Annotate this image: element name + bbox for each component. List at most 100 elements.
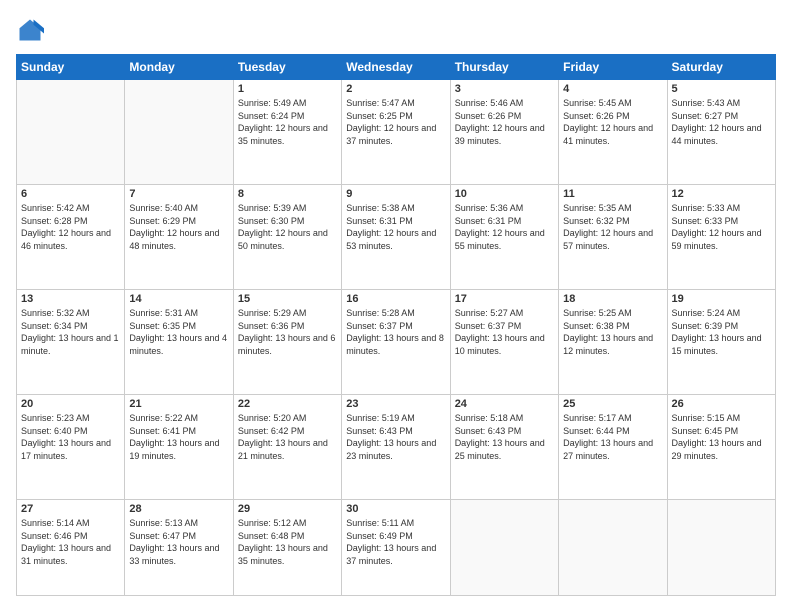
calendar-week-row: 27 Sunrise: 5:14 AMSunset: 6:46 PMDayligh…: [17, 499, 776, 595]
day-number: 24: [455, 398, 554, 410]
calendar-cell: 14 Sunrise: 5:31 AMSunset: 6:35 PMDayligh…: [125, 289, 233, 394]
calendar-cell: 3 Sunrise: 5:46 AMSunset: 6:26 PMDaylight…: [450, 80, 558, 185]
cell-info: Sunrise: 5:40 AMSunset: 6:29 PMDaylight:…: [129, 202, 228, 252]
cell-info: Sunrise: 5:15 AMSunset: 6:45 PMDaylight:…: [672, 412, 771, 462]
day-number: 30: [346, 503, 445, 515]
calendar-week-row: 1Sunrise: 5:49 AMSunset: 6:24 PMDaylight…: [17, 80, 776, 185]
weekday-header: Tuesday: [233, 55, 341, 80]
calendar-cell: 7 Sunrise: 5:40 AMSunset: 6:29 PMDaylight…: [125, 184, 233, 289]
day-number: 16: [346, 293, 445, 305]
calendar-cell: [17, 80, 125, 185]
calendar-cell: 30 Sunrise: 5:11 AMSunset: 6:49 PMDayligh…: [342, 499, 450, 595]
day-number: 13: [21, 293, 120, 305]
cell-info: Sunrise: 5:46 AMSunset: 6:26 PMDaylight:…: [455, 97, 554, 147]
cell-info: Sunrise: 5:14 AMSunset: 6:46 PMDaylight:…: [21, 517, 120, 567]
cell-info: Sunrise: 5:12 AMSunset: 6:48 PMDaylight:…: [238, 517, 337, 567]
cell-info: Sunrise: 5:45 AMSunset: 6:26 PMDaylight:…: [563, 97, 662, 147]
calendar-cell: 25 Sunrise: 5:17 AMSunset: 6:44 PMDayligh…: [559, 394, 667, 499]
weekday-header: Wednesday: [342, 55, 450, 80]
cell-info: Sunrise: 5:28 AMSunset: 6:37 PMDaylight:…: [346, 307, 445, 357]
cell-info: Sunrise: 5:22 AMSunset: 6:41 PMDaylight:…: [129, 412, 228, 462]
calendar-header-row: SundayMondayTuesdayWednesdayThursdayFrid…: [17, 55, 776, 80]
calendar-cell: 20Sunrise: 5:23 AMSunset: 6:40 PMDayligh…: [17, 394, 125, 499]
calendar-cell: [125, 80, 233, 185]
calendar-cell: 22 Sunrise: 5:20 AMSunset: 6:42 PMDayligh…: [233, 394, 341, 499]
cell-info: Sunrise: 5:39 AMSunset: 6:30 PMDaylight:…: [238, 202, 337, 252]
cell-info: Sunrise: 5:27 AMSunset: 6:37 PMDaylight:…: [455, 307, 554, 357]
calendar-cell: 27 Sunrise: 5:14 AMSunset: 6:46 PMDayligh…: [17, 499, 125, 595]
calendar-cell: 4Sunrise: 5:45 AMSunset: 6:26 PMDaylight…: [559, 80, 667, 185]
calendar-cell: [559, 499, 667, 595]
calendar-cell: 23 Sunrise: 5:19 AMSunset: 6:43 PMDayligh…: [342, 394, 450, 499]
weekday-header: Saturday: [667, 55, 775, 80]
calendar-cell: 2 Sunrise: 5:47 AMSunset: 6:25 PMDaylight…: [342, 80, 450, 185]
weekday-header: Friday: [559, 55, 667, 80]
day-number: 7: [129, 188, 228, 200]
calendar-cell: 8Sunrise: 5:39 AMSunset: 6:30 PMDaylight…: [233, 184, 341, 289]
calendar-cell: 6 Sunrise: 5:42 AMSunset: 6:28 PMDaylight…: [17, 184, 125, 289]
calendar-cell: 1Sunrise: 5:49 AMSunset: 6:24 PMDaylight…: [233, 80, 341, 185]
calendar-cell: 10Sunrise: 5:36 AMSunset: 6:31 PMDayligh…: [450, 184, 558, 289]
day-number: 3: [455, 83, 554, 95]
calendar-cell: 16 Sunrise: 5:28 AMSunset: 6:37 PMDayligh…: [342, 289, 450, 394]
cell-info: Sunrise: 5:20 AMSunset: 6:42 PMDaylight:…: [238, 412, 337, 462]
day-number: 5: [672, 83, 771, 95]
cell-info: Sunrise: 5:32 AMSunset: 6:34 PMDaylight:…: [21, 307, 120, 357]
calendar-cell: 18Sunrise: 5:25 AMSunset: 6:38 PMDayligh…: [559, 289, 667, 394]
calendar-cell: 19 Sunrise: 5:24 AMSunset: 6:39 PMDayligh…: [667, 289, 775, 394]
cell-info: Sunrise: 5:19 AMSunset: 6:43 PMDaylight:…: [346, 412, 445, 462]
calendar-cell: 17 Sunrise: 5:27 AMSunset: 6:37 PMDayligh…: [450, 289, 558, 394]
cell-info: Sunrise: 5:13 AMSunset: 6:47 PMDaylight:…: [129, 517, 228, 567]
cell-info: Sunrise: 5:17 AMSunset: 6:44 PMDaylight:…: [563, 412, 662, 462]
calendar-cell: 29 Sunrise: 5:12 AMSunset: 6:48 PMDayligh…: [233, 499, 341, 595]
cell-info: Sunrise: 5:25 AMSunset: 6:38 PMDaylight:…: [563, 307, 662, 357]
day-number: 22: [238, 398, 337, 410]
day-number: 28: [129, 503, 228, 515]
cell-info: Sunrise: 5:33 AMSunset: 6:33 PMDaylight:…: [672, 202, 771, 252]
calendar-week-row: 13 Sunrise: 5:32 AMSunset: 6:34 PMDayligh…: [17, 289, 776, 394]
day-number: 17: [455, 293, 554, 305]
calendar-cell: [450, 499, 558, 595]
day-number: 25: [563, 398, 662, 410]
day-number: 21: [129, 398, 228, 410]
day-number: 15: [238, 293, 337, 305]
calendar-cell: 9 Sunrise: 5:38 AMSunset: 6:31 PMDaylight…: [342, 184, 450, 289]
cell-info: Sunrise: 5:11 AMSunset: 6:49 PMDaylight:…: [346, 517, 445, 567]
weekday-header: Monday: [125, 55, 233, 80]
calendar-table: SundayMondayTuesdayWednesdayThursdayFrid…: [16, 54, 776, 596]
weekday-header: Sunday: [17, 55, 125, 80]
day-number: 27: [21, 503, 120, 515]
day-number: 6: [21, 188, 120, 200]
day-number: 2: [346, 83, 445, 95]
day-number: 9: [346, 188, 445, 200]
calendar-week-row: 20Sunrise: 5:23 AMSunset: 6:40 PMDayligh…: [17, 394, 776, 499]
calendar-cell: 26 Sunrise: 5:15 AMSunset: 6:45 PMDayligh…: [667, 394, 775, 499]
calendar-cell: 24Sunrise: 5:18 AMSunset: 6:43 PMDayligh…: [450, 394, 558, 499]
cell-info: Sunrise: 5:24 AMSunset: 6:39 PMDaylight:…: [672, 307, 771, 357]
calendar-page: SundayMondayTuesdayWednesdayThursdayFrid…: [0, 0, 792, 612]
calendar-cell: 12Sunrise: 5:33 AMSunset: 6:33 PMDayligh…: [667, 184, 775, 289]
calendar-cell: 11 Sunrise: 5:35 AMSunset: 6:32 PMDayligh…: [559, 184, 667, 289]
calendar-cell: 28 Sunrise: 5:13 AMSunset: 6:47 PMDayligh…: [125, 499, 233, 595]
cell-info: Sunrise: 5:31 AMSunset: 6:35 PMDaylight:…: [129, 307, 228, 357]
day-number: 26: [672, 398, 771, 410]
cell-info: Sunrise: 5:29 AMSunset: 6:36 PMDaylight:…: [238, 307, 337, 357]
cell-info: Sunrise: 5:35 AMSunset: 6:32 PMDaylight:…: [563, 202, 662, 252]
cell-info: Sunrise: 5:36 AMSunset: 6:31 PMDaylight:…: [455, 202, 554, 252]
cell-info: Sunrise: 5:47 AMSunset: 6:25 PMDaylight:…: [346, 97, 445, 147]
day-number: 11: [563, 188, 662, 200]
calendar-cell: [667, 499, 775, 595]
day-number: 29: [238, 503, 337, 515]
day-number: 23: [346, 398, 445, 410]
calendar-cell: 5Sunrise: 5:43 AMSunset: 6:27 PMDaylight…: [667, 80, 775, 185]
logo: [16, 16, 48, 44]
cell-info: Sunrise: 5:42 AMSunset: 6:28 PMDaylight:…: [21, 202, 120, 252]
weekday-header: Thursday: [450, 55, 558, 80]
cell-info: Sunrise: 5:38 AMSunset: 6:31 PMDaylight:…: [346, 202, 445, 252]
day-number: 19: [672, 293, 771, 305]
day-number: 14: [129, 293, 228, 305]
calendar-cell: 15 Sunrise: 5:29 AMSunset: 6:36 PMDayligh…: [233, 289, 341, 394]
calendar-week-row: 6 Sunrise: 5:42 AMSunset: 6:28 PMDaylight…: [17, 184, 776, 289]
header: [16, 16, 776, 44]
cell-info: Sunrise: 5:23 AMSunset: 6:40 PMDaylight:…: [21, 412, 120, 462]
